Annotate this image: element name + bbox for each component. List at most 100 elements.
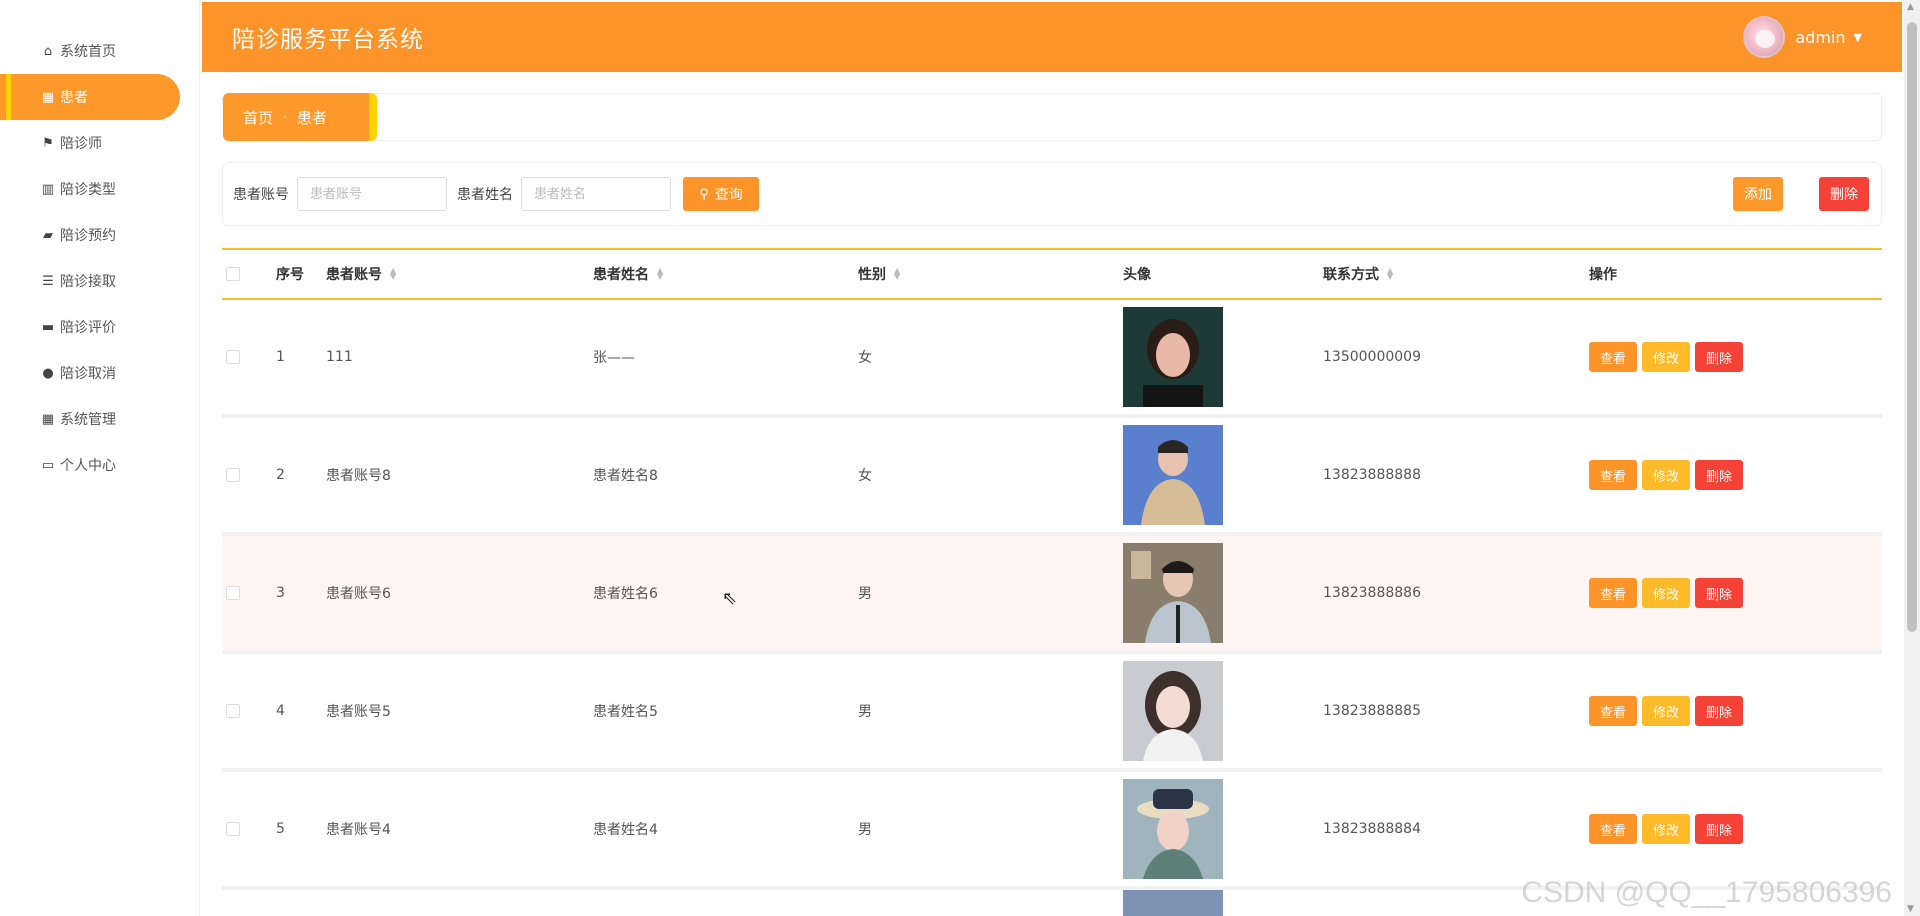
table-row: 2 患者账号8 患者姓名8 女 13823888888 查看 修改 删除	[222, 418, 1882, 536]
edit-button[interactable]: 修改	[1642, 342, 1690, 372]
briefcase-icon: ▬	[41, 319, 55, 335]
edit-button[interactable]: 修改	[1642, 460, 1690, 490]
search-button-label: 查询	[714, 187, 743, 203]
edit-button[interactable]: 修改	[1642, 814, 1690, 844]
table-row: 5 患者账号4 患者姓名4 男 13823888884 查看 修改 删除	[222, 772, 1882, 890]
cell-index: 2	[276, 467, 285, 483]
cell-account: 患者账号6	[326, 586, 391, 602]
breadcrumb-home[interactable]: 首页	[243, 107, 273, 128]
search-icon: ⚲	[699, 186, 709, 202]
sidebar-item-label: 患者	[60, 90, 88, 106]
view-button[interactable]: 查看	[1589, 696, 1637, 726]
delete-button[interactable]: 删除	[1695, 696, 1743, 726]
sort-icon[interactable]: ▲ ▼	[657, 267, 663, 281]
sort-icon[interactable]: ▲ ▼	[894, 267, 900, 281]
edit-button[interactable]: 修改	[1642, 578, 1690, 608]
delete-button[interactable]: 删除	[1695, 460, 1743, 490]
row-checkbox[interactable]	[226, 468, 240, 482]
list-icon: ☰	[42, 273, 54, 289]
table-row: 1 111 张—— 女 13500000009 查看 修改 删除	[222, 300, 1882, 418]
user-menu[interactable]: admin ▼	[1743, 16, 1862, 58]
sidebar: ⌂ 系统首页 ▦ 患者 ⚑ 陪诊师 ▥ 陪诊类型 ▰ 陪诊预约 ☰ 陪诊接取 ▬…	[0, 0, 200, 916]
delete-button[interactable]: 删除	[1695, 814, 1743, 844]
sidebar-item-escort[interactable]: ⚑ 陪诊师	[0, 120, 199, 166]
name-label: 患者姓名	[457, 187, 513, 203]
sort-icon[interactable]: ▲ ▼	[390, 267, 396, 281]
row-checkbox[interactable]	[226, 586, 240, 600]
header-account[interactable]: 患者账号 ▲ ▼	[326, 264, 593, 284]
search-button[interactable]: ⚲ 查询	[683, 177, 759, 211]
sidebar-item-system[interactable]: ▦ 系统管理	[0, 396, 199, 442]
cell-ops: 查看 修改 删除	[1589, 814, 1869, 844]
sidebar-item-patient[interactable]: ▦ 患者	[0, 74, 180, 120]
scroll-up-icon[interactable]: ▲	[1907, 2, 1914, 12]
cell-ops: 查看 修改 删除	[1589, 578, 1869, 608]
header-phone[interactable]: 联系方式 ▲ ▼	[1323, 264, 1589, 284]
sidebar-item-label: 陪诊预约	[60, 228, 116, 244]
cell-phone: 13823888886	[1323, 585, 1421, 601]
avatar-photo[interactable]	[1123, 661, 1223, 761]
row-checkbox[interactable]	[226, 822, 240, 836]
user-icon: ●	[42, 365, 54, 381]
header-name[interactable]: 患者姓名 ▲ ▼	[593, 264, 858, 284]
sidebar-item-label: 个人中心	[60, 458, 116, 474]
scroll-down-icon[interactable]: ▼	[1907, 904, 1914, 914]
sidebar-item-home[interactable]: ⌂ 系统首页	[0, 28, 199, 74]
page-scrollbar[interactable]: ▲ ▼	[1904, 0, 1920, 916]
edit-button[interactable]: 修改	[1642, 696, 1690, 726]
avatar-photo[interactable]	[1123, 425, 1223, 525]
sidebar-item-label: 系统首页	[60, 44, 116, 60]
avatar-photo[interactable]	[1123, 543, 1223, 643]
avatar-photo[interactable]	[1123, 307, 1223, 407]
sidebar-item-accept[interactable]: ☰ 陪诊接取	[0, 258, 199, 304]
batch-delete-button[interactable]: 删除	[1819, 177, 1869, 211]
view-button[interactable]: 查看	[1589, 342, 1637, 372]
cell-account: 患者账号8	[326, 468, 391, 484]
app-title: 陪诊服务平台系统	[232, 27, 424, 53]
patient-table: 序号 患者账号 ▲ ▼ 患者姓名 ▲ ▼ 性别 ▲ ▼ 头像 联系方式 ▲ ▼ 操作	[222, 248, 1882, 916]
delete-button[interactable]: 删除	[1695, 342, 1743, 372]
sidebar-item-review[interactable]: ▬ 陪诊评价	[0, 304, 199, 350]
row-checkbox-cell	[222, 822, 276, 836]
sidebar-item-label: 陪诊评价	[60, 320, 116, 336]
sidebar-item-profile[interactable]: ▭ 个人中心	[0, 442, 199, 488]
cell-ops: 查看 修改 删除	[1589, 696, 1869, 726]
cell-index: 4	[276, 703, 285, 719]
sidebar-item-label: 陪诊师	[60, 136, 102, 152]
cell-avatar	[1123, 890, 1323, 916]
view-button[interactable]: 查看	[1589, 578, 1637, 608]
header-index: 序号	[276, 267, 304, 283]
view-button[interactable]: 查看	[1589, 460, 1637, 490]
avatar-photo[interactable]	[1123, 779, 1223, 879]
scrollbar-thumb[interactable]	[1907, 22, 1917, 632]
breadcrumb-card: 首页 · 患者	[222, 93, 1882, 141]
row-checkbox[interactable]	[226, 704, 240, 718]
row-checkbox[interactable]	[226, 350, 240, 364]
home-icon: ⌂	[43, 43, 53, 59]
view-button[interactable]: 查看	[1589, 814, 1637, 844]
sidebar-item-cancel[interactable]: ● 陪诊取消	[0, 350, 199, 396]
cell-index: 5	[276, 821, 285, 837]
cell-sex: 男	[858, 586, 872, 602]
cell-account: 患者账号5	[326, 704, 391, 720]
cell-phone: 13500000009	[1323, 349, 1421, 365]
table-row: 4 患者账号5 患者姓名5 男 13823888885 查看 修改 删除	[222, 654, 1882, 772]
cell-index: 1	[276, 349, 285, 365]
account-input[interactable]	[297, 177, 447, 211]
sidebar-item-escort-type[interactable]: ▥ 陪诊类型	[0, 166, 199, 212]
top-header: 陪诊服务平台系统 admin ▼	[202, 2, 1902, 72]
avatar-photo[interactable]	[1123, 890, 1223, 916]
cell-sex: 女	[858, 468, 872, 484]
delete-button[interactable]: 删除	[1695, 578, 1743, 608]
sort-icon[interactable]: ▲ ▼	[1387, 267, 1393, 281]
header-sex[interactable]: 性别 ▲ ▼	[858, 264, 1123, 284]
cell-phone: 13823888888	[1323, 467, 1421, 483]
add-button[interactable]: 添加	[1733, 177, 1783, 211]
header-avatar: 头像	[1123, 267, 1151, 283]
cell-avatar	[1123, 779, 1323, 879]
table-row: 3 患者账号6 患者姓名6 男 13823888886 查看 修改 删除	[222, 536, 1882, 654]
select-all-checkbox[interactable]	[226, 267, 240, 281]
name-input[interactable]	[521, 177, 671, 211]
sidebar-item-appointment[interactable]: ▰ 陪诊预约	[0, 212, 199, 258]
flag-icon: ⚑	[42, 135, 54, 151]
